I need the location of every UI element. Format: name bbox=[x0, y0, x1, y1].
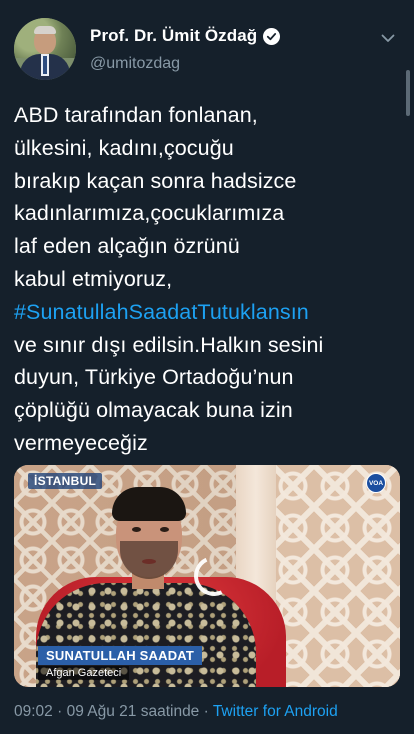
tweet-source-link[interactable]: Twitter for Android bbox=[213, 703, 338, 720]
verified-badge-icon bbox=[263, 27, 281, 45]
video-lower-third: SUNATULLAH SAADAT Afgan Gazeteci bbox=[38, 646, 203, 680]
tweet-line: ve sınır dışı edilsin.Halkın sesini bbox=[14, 332, 324, 357]
avatar[interactable] bbox=[14, 18, 76, 80]
tweet-line: vermeyeceğiz bbox=[14, 430, 148, 455]
caption-name: SUNATULLAH SAADAT bbox=[38, 646, 203, 665]
tweet-line: ülkesini, kadını,çocuğu bbox=[14, 135, 234, 160]
tweet-line: kadınlarımıza,çocuklarımıza bbox=[14, 201, 285, 226]
tweet-line: duyun, Türkiye Ortadoğu’nun bbox=[14, 365, 294, 390]
meta-separator: · bbox=[199, 703, 213, 720]
scrollbar[interactable] bbox=[406, 70, 410, 116]
chevron-down-icon[interactable] bbox=[376, 26, 400, 50]
caption-title: Afgan Gazeteci bbox=[38, 666, 130, 680]
video-person-hair bbox=[112, 487, 186, 521]
tweet-line: bırakıp kaçan sonra hadsizce bbox=[14, 168, 297, 193]
voa-logo: VOA bbox=[366, 473, 386, 493]
meta-separator: · bbox=[52, 703, 67, 720]
video-person-mouth bbox=[142, 559, 156, 564]
tweet-video[interactable]: İSTANBUL VOA SUNATULLAH SAADAT Afgan Gaz… bbox=[14, 465, 400, 687]
tweet-date: 09 Ağu 21 saatinde bbox=[66, 703, 200, 720]
tweet-line: ABD tarafından fonlanan, bbox=[14, 103, 258, 127]
video-person-eye bbox=[160, 527, 169, 532]
tweet-header: Prof. Dr. Ümit Özdağ @umitozdag bbox=[14, 18, 400, 82]
tweet-time: 09:02 bbox=[14, 703, 53, 720]
display-name[interactable]: Prof. Dr. Ümit Özdağ bbox=[90, 26, 257, 46]
avatar-tie bbox=[43, 56, 47, 74]
tweet-meta: 09:02 · 09 Ağu 21 saatinde · Twitter for… bbox=[14, 703, 338, 721]
video-background-panel bbox=[272, 465, 400, 687]
avatar-hair bbox=[34, 26, 56, 34]
video-person-eye bbox=[132, 527, 141, 532]
hashtag-link[interactable]: #SunatullahSaadatTutuklansın bbox=[14, 296, 384, 329]
location-tag: İSTANBUL bbox=[28, 473, 103, 489]
tweet-line: laf eden alçağın özrünü bbox=[14, 234, 240, 259]
user-handle[interactable]: @umitozdag bbox=[90, 55, 180, 73]
tweet-detail-screen: Prof. Dr. Ümit Özdağ @umitozdag ABD tara… bbox=[0, 0, 414, 734]
tweet-line: çöplüğü olmayacak buna izin bbox=[14, 398, 293, 423]
tweet-text: ABD tarafından fonlanan, ülkesini, kadın… bbox=[14, 99, 384, 460]
tweet-line: kabul etmiyoruz, bbox=[14, 266, 173, 291]
name-row[interactable]: Prof. Dr. Ümit Özdağ bbox=[90, 26, 281, 46]
